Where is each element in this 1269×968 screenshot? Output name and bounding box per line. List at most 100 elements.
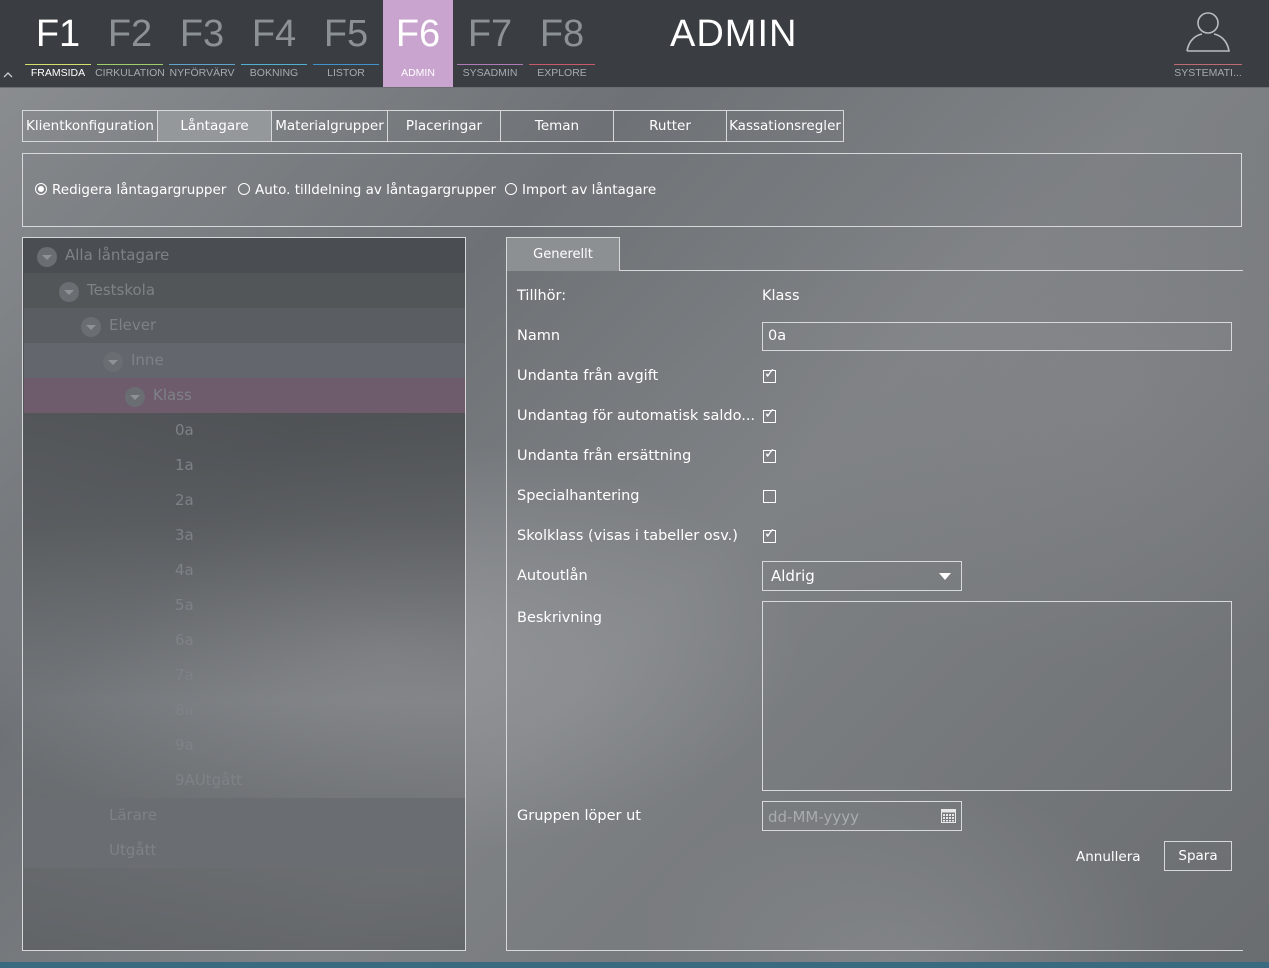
fkey-label: CIRKULATION (95, 67, 165, 79)
tree-item[interactable]: Testskola (24, 273, 465, 308)
fkey-underline (529, 64, 595, 65)
beskrivning-textarea[interactable] (762, 601, 1232, 791)
tillhor-label: Tillhör: (517, 288, 567, 304)
tree-item[interactable]: 7a (24, 658, 465, 693)
namn-label: Namn (517, 328, 561, 344)
checkbox[interactable] (763, 490, 776, 503)
borrower-group-tree: Alla låntagare Testskola Elever Inne Klass 0a… (22, 237, 466, 951)
save-button[interactable]: Spara (1164, 841, 1232, 871)
tree-item[interactable]: 4a (24, 553, 465, 588)
fkey-label: SYSADMIN (462, 67, 518, 79)
user-menu[interactable]: SYSTEMATI... (1174, 0, 1242, 87)
checkbox-label: Skolklass (visas i tabeller osv.) (517, 528, 738, 544)
user-icon (1186, 12, 1230, 52)
tree-item[interactable]: Elever (24, 308, 465, 343)
top-navigation-bar: F1 FRAMSIDA F2 CIRKULATION F3 NYFÖRVÄRV F4 BOKN… (0, 0, 1269, 88)
module-title: ADMIN (670, 13, 798, 55)
beskrivning-label: Beskrivning (517, 610, 603, 626)
radio-label: Auto. tilldelning av låntagargrupper (255, 182, 497, 198)
caret-down-icon (939, 573, 951, 580)
checkbox-label: Undantag för automatisk saldo... (517, 408, 756, 424)
tree-item-label: 0a (175, 421, 194, 439)
check-icon: ✓ (764, 366, 776, 382)
user-underline (1174, 64, 1242, 65)
tree-item[interactable]: 1a (24, 448, 465, 483)
tree-item-label: 9a (175, 736, 194, 754)
tab-kassationsregler[interactable]: Kassationsregler (726, 110, 844, 142)
fkey-nyförvärv[interactable]: F3 NYFÖRVÄRV (167, 0, 237, 87)
cancel-button[interactable]: Annullera (1076, 849, 1141, 865)
expand-toggle-icon[interactable] (125, 387, 145, 407)
tree-item-label: 2a (175, 491, 194, 509)
expand-toggle-icon[interactable] (103, 352, 123, 372)
fkey-framsida[interactable]: F1 FRAMSIDA (23, 0, 93, 87)
tab-rutter[interactable]: Rutter (613, 110, 727, 142)
tab-materialgrupper[interactable]: Materialgrupper (271, 110, 388, 142)
tree-item[interactable]: Lärare (24, 798, 465, 833)
autoutlan-select[interactable]: Aldrig (762, 561, 962, 591)
fkey-underline (457, 64, 523, 65)
tree-item[interactable]: 5a (24, 588, 465, 623)
tree-item-label: Inne (131, 351, 164, 369)
tab-generellt[interactable]: Generellt (506, 237, 620, 271)
tree-item[interactable]: 9AUtgått (24, 763, 465, 798)
tree-item-label: Alla låntagare (65, 246, 170, 264)
tree-item-label: Elever (109, 316, 157, 334)
fkey-sysadmin[interactable]: F7 SYSADMIN (455, 0, 525, 87)
tree-item-label: 8a (175, 701, 194, 719)
tree-item[interactable]: 3a (24, 518, 465, 553)
tree-item[interactable]: 6a (24, 623, 465, 658)
fkey-number: F6 (395, 13, 441, 55)
tree-item[interactable]: 9a (24, 728, 465, 763)
checkbox[interactable]: ✓ (763, 447, 776, 463)
tree-item[interactable]: 0a (24, 413, 465, 448)
fkey-label: FRAMSIDA (30, 67, 86, 79)
namn-input[interactable]: 0a (762, 322, 1232, 351)
fkey-label: ADMIN (401, 67, 435, 79)
expires-date-input[interactable]: dd-MM-yyyy (762, 801, 962, 831)
tab-låntagare[interactable]: Låntagare (157, 110, 272, 142)
fkey-underline (241, 64, 307, 65)
expand-toggle-icon[interactable] (37, 247, 57, 267)
checkbox-label: Specialhantering (517, 488, 640, 504)
checkbox[interactable]: ✓ (763, 366, 776, 383)
fkey-label: NYFÖRVÄRV (169, 67, 235, 79)
fkey-number: F4 (251, 13, 297, 55)
fkey-number: F7 (467, 13, 513, 55)
tab-teman[interactable]: Teman (500, 110, 614, 142)
checkbox[interactable]: ✓ (763, 407, 776, 423)
tree-item-selected[interactable]: Klass (24, 378, 465, 413)
tree-item[interactable]: Utgått (24, 833, 465, 868)
tab-placeringar[interactable]: Placeringar (387, 110, 501, 142)
autoutlan-value: Aldrig (771, 567, 815, 585)
tree-item-label: Testskola (87, 281, 156, 299)
tree-item[interactable]: 8a (24, 693, 465, 728)
fkey-bokning[interactable]: F4 BOKNING (239, 0, 309, 87)
chevron-up-icon[interactable] (2, 66, 14, 78)
fkey-cirkulation[interactable]: F2 CIRKULATION (95, 0, 165, 87)
fkey-number: F1 (35, 13, 81, 55)
radio-button[interactable] (35, 183, 47, 195)
user-label: SYSTEMATI... (1174, 67, 1242, 79)
radio-button[interactable] (505, 183, 517, 195)
tree-item[interactable]: Alla låntagare (24, 238, 465, 273)
expand-toggle-icon[interactable] (81, 317, 101, 337)
calendar-icon[interactable] (941, 809, 956, 823)
checkbox-label: Undanta från ersättning (517, 448, 692, 464)
fkey-explore[interactable]: F8 EXPLORE (527, 0, 597, 87)
fkey-number: F8 (539, 13, 585, 55)
tree-item[interactable]: 2a (24, 483, 465, 518)
tillhor-value: Klass (762, 288, 800, 304)
radio-label: Import av låntagare (522, 182, 657, 198)
tree-item[interactable]: Inne (24, 343, 465, 378)
tree-item-label: 5a (175, 596, 194, 614)
tree-item-label: Klass (153, 386, 192, 404)
radio-button[interactable] (238, 183, 250, 195)
fkey-listor[interactable]: F5 LISTOR (311, 0, 381, 87)
tree-item-label: 7a (175, 666, 194, 684)
fkey-admin[interactable]: F6 ADMIN (383, 0, 453, 87)
tab-klientkonfiguration[interactable]: Klientkonfiguration (22, 110, 158, 142)
fkey-label: BOKNING (249, 67, 299, 79)
expand-toggle-icon[interactable] (59, 282, 79, 302)
checkbox[interactable]: ✓ (763, 527, 776, 543)
